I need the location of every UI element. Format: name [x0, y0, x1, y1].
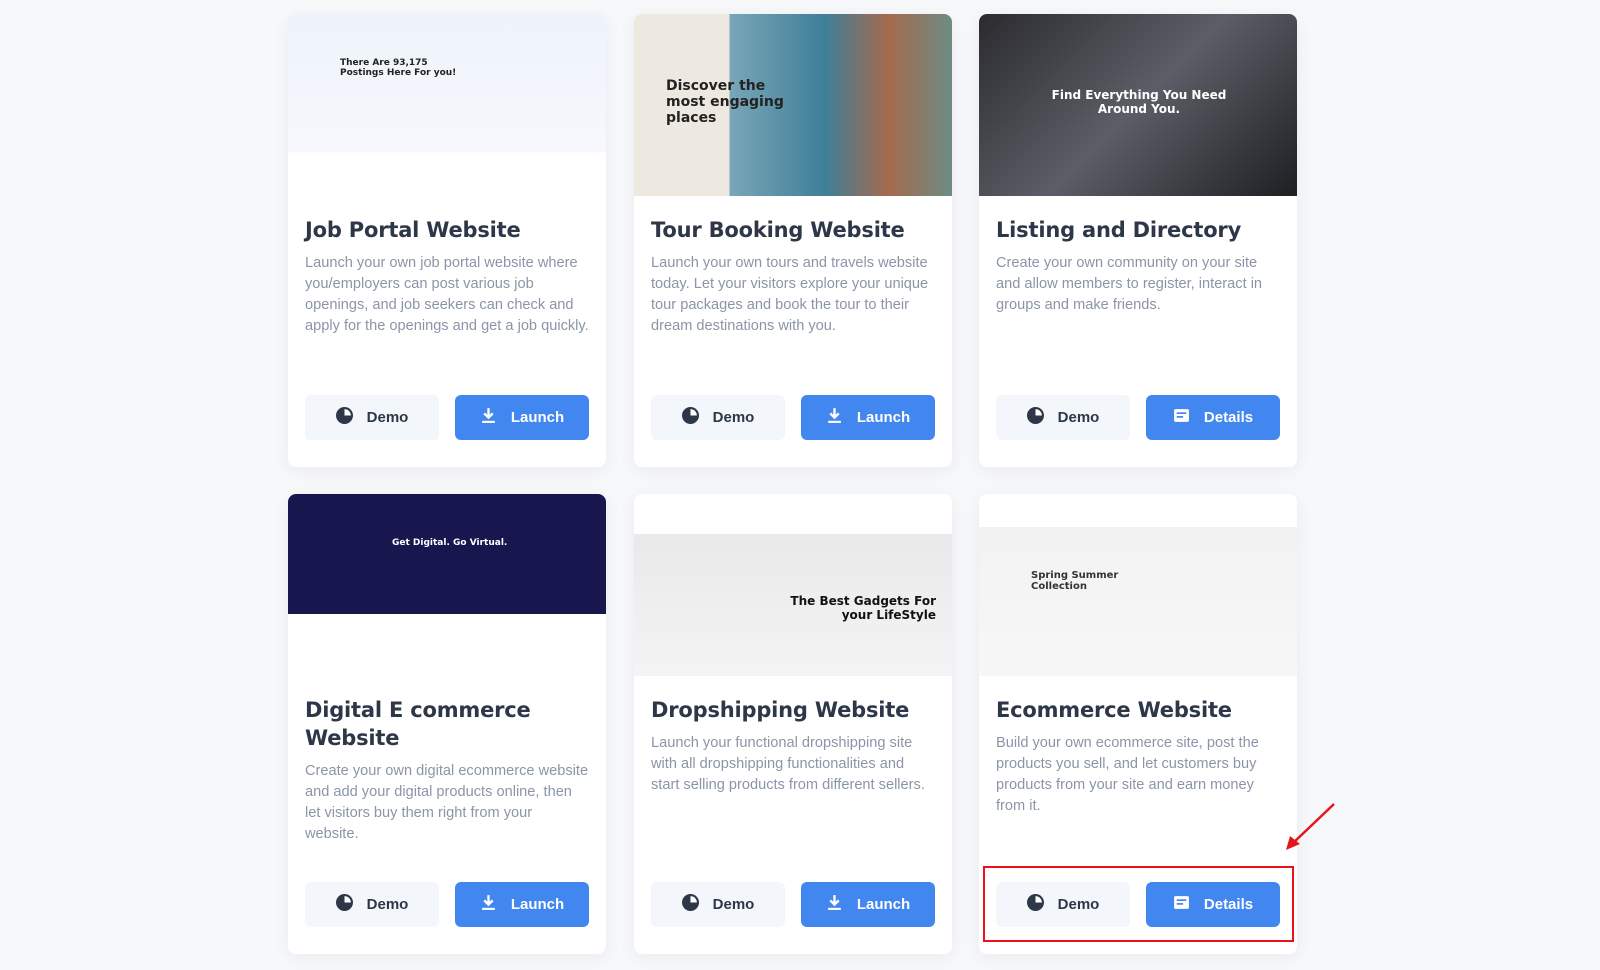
preview-headline: Spring Summer Collection: [1031, 570, 1119, 592]
launch-button[interactable]: Launch: [455, 882, 589, 927]
template-preview-image: Find Everything You Need Around You.: [979, 14, 1297, 196]
launch-button[interactable]: Launch: [801, 395, 935, 440]
card-description: Launch your own tours and travels websit…: [651, 255, 929, 334]
demo-icon: [335, 407, 353, 428]
demo-button[interactable]: Demo: [996, 395, 1130, 440]
preview-headline: The Best Gadgets For your LifeStyle: [790, 594, 936, 622]
card-description: Create your own digital ecommerce websit…: [305, 763, 589, 842]
download-icon: [826, 407, 843, 428]
card-title: Tour Booking Website: [651, 218, 905, 242]
card-description: Create your own community on your site a…: [996, 255, 1263, 313]
document-icon: [1173, 407, 1190, 428]
download-icon: [480, 894, 497, 915]
preview-headline: There Are 93,175 Postings Here For you!: [340, 58, 457, 78]
demo-label: Demo: [1057, 409, 1100, 426]
launch-label: Launch: [856, 409, 911, 426]
card-description: Launch your own job portal website where…: [305, 255, 589, 334]
template-preview-image: There Are 93,175 Postings Here For you!: [288, 14, 606, 196]
card-title: Dropshipping Website: [651, 698, 910, 722]
demo-button[interactable]: Demo: [651, 395, 785, 440]
download-icon: [826, 894, 843, 915]
launch-button[interactable]: Launch: [801, 882, 935, 927]
demo-icon: [335, 894, 353, 915]
card-title: Ecommerce Website: [996, 698, 1232, 722]
template-preview-image: Discover the most engaging places: [634, 14, 952, 196]
demo-button[interactable]: Demo: [305, 395, 439, 440]
demo-label: Demo: [712, 896, 755, 913]
template-card: The Best Gadgets For your LifeStyle Drop…: [634, 494, 952, 954]
template-card: There Are 93,175 Postings Here For you! …: [288, 14, 606, 467]
preview-headline: Find Everything You Need Around You.: [1051, 88, 1227, 116]
demo-button[interactable]: Demo: [305, 882, 439, 927]
annotation-arrow-icon: [1286, 803, 1335, 850]
demo-button[interactable]: Demo: [651, 882, 785, 927]
demo-icon: [681, 894, 699, 915]
details-label: Details: [1203, 409, 1254, 426]
card-description: Build your own ecommerce site, post the …: [996, 735, 1259, 814]
template-preview-image: The Best Gadgets For your LifeStyle: [634, 494, 952, 676]
card-description: Launch your functional dropshipping site…: [651, 735, 925, 793]
preview-headline: Discover the most engaging places: [666, 78, 784, 126]
demo-label: Demo: [712, 409, 755, 426]
details-button[interactable]: Details: [1146, 395, 1280, 440]
launch-label: Launch: [510, 896, 565, 913]
download-icon: [480, 407, 497, 428]
template-preview-image: Spring Summer Collection: [979, 494, 1297, 676]
demo-icon: [681, 407, 699, 428]
template-card: Get Digital. Go Virtual. Digital E comme…: [288, 494, 606, 954]
card-title: Digital E commerce Website: [305, 698, 531, 750]
template-card: Discover the most engaging places Tour B…: [634, 14, 952, 467]
card-title: Job Portal Website: [305, 218, 521, 242]
preview-headline: Get Digital. Go Virtual.: [392, 538, 508, 548]
launch-button[interactable]: Launch: [455, 395, 589, 440]
highlight-box: [983, 866, 1294, 942]
launch-label: Launch: [510, 409, 565, 426]
template-preview-image: Get Digital. Go Virtual.: [288, 494, 606, 676]
card-title: Listing and Directory: [996, 218, 1242, 242]
demo-icon: [1026, 407, 1044, 428]
launch-label: Launch: [856, 896, 911, 913]
template-card: Find Everything You Need Around You. Lis…: [979, 14, 1297, 467]
demo-label: Demo: [366, 409, 409, 426]
demo-label: Demo: [366, 896, 409, 913]
